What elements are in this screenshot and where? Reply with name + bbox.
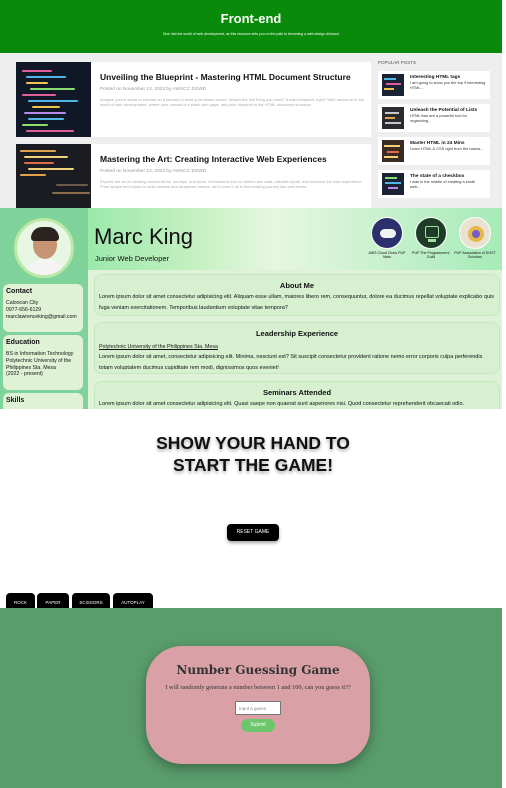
- article-meta: Posted on November 13, 2023 by AWSCC DSW…: [100, 87, 207, 92]
- autoplay-button[interactable]: AUTOPLAY: [113, 593, 153, 608]
- popular-post[interactable]: Unleash the Potential of Lists HTML list…: [378, 104, 490, 132]
- submit-button[interactable]: Submit: [241, 719, 275, 732]
- article-excerpt: Explore the art of creating contact form…: [100, 179, 363, 189]
- seminars-text: Lorem ipsum dolor sit amet consectetur a…: [99, 401, 465, 407]
- education-school: Polytechnic University of the Philippine…: [6, 357, 72, 371]
- guess-game-screenshot: Number Guessing Game I will randomly gen…: [0, 608, 502, 788]
- article-card[interactable]: Unveiling the Blueprint - Mastering HTML…: [16, 62, 371, 137]
- scholars-logo-icon: [459, 217, 491, 249]
- popular-post[interactable]: Interesting HTML tags I am going to show…: [378, 71, 490, 99]
- education-card: Education BS in Information Technology P…: [3, 335, 83, 390]
- seminars-card: Seminars Attended Lorem ipsum dolor sit …: [94, 381, 500, 409]
- org-label: AWS Cloud Clubs PUP Main: [368, 251, 406, 260]
- contact-phone: 0977-656-6129: [6, 306, 42, 313]
- contact-city: Caloocan City: [6, 300, 39, 306]
- contact-card: Contact Caloocan City 0977-656-6129 marc…: [3, 284, 83, 332]
- education-years: (2022 - present): [6, 371, 43, 378]
- resume-role: Junior Web Developer: [95, 254, 170, 263]
- guess-title: Number Guessing Game: [176, 663, 340, 677]
- popular-post[interactable]: Master HTML in 24 Mins Learn HTML & CSS …: [378, 137, 490, 165]
- post-text: I am going to show you the top 9 interes…: [410, 80, 486, 90]
- post-thumbnail-image: [382, 173, 404, 195]
- profile-avatar: [14, 218, 74, 278]
- cloud-logo-icon: [371, 217, 403, 249]
- popular-posts-label: POPULAR POSTS: [378, 60, 417, 65]
- article-meta: Posted on November 12, 2023 by AWSCC DSW…: [100, 169, 207, 174]
- reset-game-button[interactable]: RESET GAME: [227, 524, 279, 541]
- scissors-button[interactable]: SCISSORS: [72, 593, 110, 608]
- guess-input[interactable]: [235, 701, 281, 715]
- guess-instructions: I will randomly generate a number betwee…: [165, 684, 351, 691]
- leadership-heading: Leadership Experience: [255, 329, 339, 338]
- post-thumbnail-image: [382, 140, 404, 162]
- leadership-org-link[interactable]: Polytechnic University of the Philippine…: [95, 338, 499, 350]
- guild-logo-icon: [415, 217, 447, 249]
- resume-screenshot: Marc King Junior Web Developer AWS Cloud…: [0, 208, 502, 409]
- org-badge: PUP The Programmers' Guild: [409, 217, 453, 259]
- skills-card: Skills: [3, 393, 83, 409]
- org-badge: AWS Cloud Clubs PUP Main: [365, 217, 409, 259]
- paper-button[interactable]: PAPER: [37, 593, 69, 608]
- resume-name: Marc King: [94, 224, 194, 249]
- post-thumbnail-image: [382, 74, 404, 96]
- rps-game-screenshot: SHOW YOUR HAND TO START THE GAME! RESET …: [0, 409, 506, 608]
- code-thumbnail-image: [16, 62, 91, 137]
- laptop-thumbnail-image: [16, 144, 91, 208]
- popular-posts: POPULAR POSTS Interesting HTML tags I am…: [378, 60, 492, 198]
- rps-title-line1: SHOW YOUR HAND TO: [156, 433, 350, 453]
- contact-email[interactable]: marclawrenceking@gmail.com: [6, 314, 80, 321]
- popular-post[interactable]: The state of a checkbox I was in the mid…: [378, 170, 490, 198]
- blog-title: Front-end: [220, 11, 282, 26]
- blog-screenshot: Front-end Dive into the world of web dev…: [0, 0, 502, 208]
- article-title[interactable]: Mastering the Art: Creating Interactive …: [100, 154, 370, 164]
- org-label: PUP Association of DOST Scholars: [454, 251, 496, 260]
- guess-card: Number Guessing Game I will randomly gen…: [146, 646, 370, 764]
- org-badge: PUP Association of DOST Scholars: [453, 217, 497, 259]
- article-title[interactable]: Unveiling the Blueprint - Mastering HTML…: [100, 72, 370, 82]
- education-heading: Education: [6, 339, 40, 346]
- leadership-card: Leadership Experience Polytechnic Univer…: [94, 322, 500, 374]
- article-excerpt: Imagine you're about to embark on a jour…: [100, 97, 365, 107]
- about-text: Lorem ipsum dolor sit amet consectetur a…: [99, 294, 494, 311]
- post-text: I was in the middle of creating a small …: [410, 179, 475, 189]
- about-card: About Me Lorem ipsum dolor sit amet cons…: [94, 274, 500, 316]
- education-degree: BS in Information Technology: [6, 351, 74, 357]
- about-heading: About Me: [279, 281, 315, 290]
- contact-heading: Contact: [6, 288, 33, 295]
- seminars-heading: Seminars Attended: [262, 388, 332, 397]
- skills-heading: Skills: [6, 397, 25, 404]
- article-card[interactable]: Mastering the Art: Creating Interactive …: [16, 144, 371, 208]
- rps-title: SHOW YOUR HAND TO START THE GAME!: [0, 432, 506, 476]
- blog-subtitle: Dive into the world of web development, …: [162, 32, 340, 36]
- blog-header: Front-end Dive into the world of web dev…: [0, 0, 502, 53]
- post-thumbnail-image: [382, 107, 404, 129]
- rps-title-line2: START THE GAME!: [172, 455, 334, 475]
- leadership-text: Lorem ipsum dolor sit amet, consectetur …: [99, 354, 483, 371]
- post-text: Learn HTML & CSS right from the basics..…: [410, 146, 484, 151]
- post-text: HTML lists are a powerful tool for organ…: [410, 113, 467, 123]
- rock-button[interactable]: ROCK: [6, 593, 35, 608]
- org-label: PUP The Programmers' Guild: [412, 251, 450, 260]
